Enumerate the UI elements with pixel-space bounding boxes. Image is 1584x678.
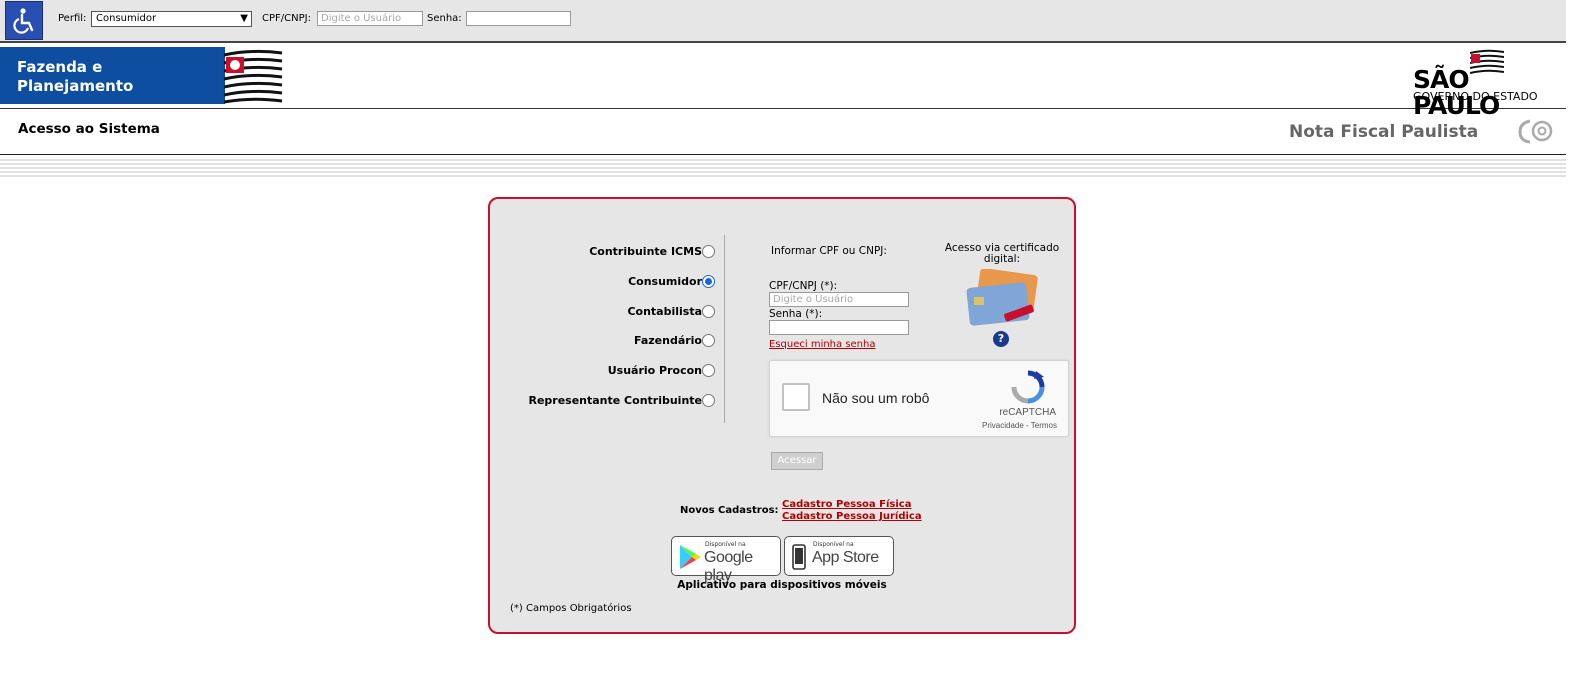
recaptcha-widget: Não sou um robô reCAPTCHA Privacidade - … <box>769 360 1069 437</box>
apple-small-text: Disponível na <box>813 541 854 548</box>
role-label: Representante Contribuinte <box>528 394 702 407</box>
senha-input-top[interactable] <box>466 11 571 26</box>
google-play-icon <box>680 545 701 569</box>
help-icon[interactable]: ? <box>993 331 1009 347</box>
nfp-logo-icon <box>1518 119 1553 144</box>
page-title: Acesso ao Sistema <box>18 121 160 137</box>
sp-subtitle: GOVERNO DO ESTADO <box>1413 90 1538 103</box>
cadastro-pj-link[interactable]: Cadastro Pessoa Jurídica <box>782 511 922 522</box>
cert-label: Acesso via certificado digital: <box>944 242 1060 265</box>
login-panel: Contribuinte ICMS Consumidor Contabilist… <box>488 197 1076 634</box>
google-play-badge[interactable]: Disponível na Google play <box>671 536 781 584</box>
fazenda-logo[interactable]: Fazenda e Planejamento <box>0 47 225 104</box>
senha-input[interactable] <box>769 320 909 335</box>
divider-stripes <box>0 157 1566 177</box>
wheelchair-icon <box>13 7 34 34</box>
role-radio-consumidor[interactable] <box>702 275 715 288</box>
perfil-select[interactable]: Consumidor ▼ <box>91 11 252 27</box>
perfil-value: Consumidor <box>96 13 157 24</box>
recaptcha-label: Não sou um robô <box>822 390 930 406</box>
accessibility-button[interactable] <box>5 1 43 40</box>
cadastro-pf-link[interactable]: Cadastro Pessoa Física <box>782 499 911 510</box>
cpf-label: CPF/CNPJ: <box>262 13 311 24</box>
perfil-label: Perfil: <box>58 13 87 24</box>
role-radio-usuario-procon[interactable] <box>702 364 715 377</box>
recaptcha-checkbox[interactable] <box>782 383 810 411</box>
google-small-text: Disponível na <box>705 541 746 548</box>
recaptcha-logo-icon <box>1011 370 1045 404</box>
acessar-button[interactable]: Acessar <box>771 452 823 470</box>
cpf-input[interactable]: Digite o Usuário <box>769 292 909 307</box>
required-note: (*) Campos Obrigatórios <box>510 603 632 614</box>
sp-flag-icon <box>223 49 283 104</box>
role-label: Usuário Procon <box>607 364 702 377</box>
phone-icon <box>792 544 806 570</box>
role-label: Consumidor <box>628 275 702 288</box>
apps-caption: Aplicativo para dispositivos móveis <box>677 579 887 591</box>
recaptcha-links[interactable]: Privacidade - Termos <box>982 421 1057 430</box>
cpf-field-label: CPF/CNPJ (*): <box>769 280 838 292</box>
chevron-down-icon: ▼ <box>240 13 248 24</box>
system-header: Acesso ao Sistema Nota Fiscal Paulista <box>0 110 1566 155</box>
apple-big-text: App Store <box>812 549 879 566</box>
banner: Fazenda e Planejamento SÃO PAULO GOVERNO… <box>0 45 1566 119</box>
senha-label: Senha: <box>427 13 462 24</box>
sp-governo-logo[interactable]: SÃO PAULO GOVERNO DO ESTADO <box>1410 49 1560 119</box>
certificate-card-icon[interactable] <box>964 269 1042 331</box>
role-label: Contabilista <box>627 305 702 318</box>
top-bar: Perfil: Consumidor ▼ CPF/CNPJ: Digite o … <box>0 0 1566 43</box>
cpf-input-top[interactable]: Digite o Usuário <box>317 11 423 26</box>
role-label: Contribuinte ICMS <box>589 245 702 258</box>
fazenda-line1: Fazenda e <box>17 58 103 76</box>
fazenda-line2: Planejamento <box>17 77 134 95</box>
senha-field-label: Senha (*): <box>769 308 823 320</box>
role-radio-contribuinte-icms[interactable] <box>702 245 715 258</box>
recaptcha-brand: reCAPTCHA <box>999 407 1056 418</box>
app-store-badge[interactable]: Disponível na App Store <box>784 536 894 576</box>
role-radio-representante[interactable] <box>702 394 715 407</box>
app-title: Nota Fiscal Paulista <box>1289 122 1479 142</box>
role-label: Fazendário <box>633 334 702 347</box>
informar-label: Informar CPF ou CNPJ: <box>771 245 887 257</box>
forgot-password-link[interactable]: Esqueci minha senha <box>769 339 876 350</box>
vertical-divider <box>724 235 725 423</box>
role-radio-fazendario[interactable] <box>702 334 715 347</box>
novos-cadastros-label: Novos Cadastros: <box>680 505 779 516</box>
role-radio-contabilista[interactable] <box>702 305 715 318</box>
